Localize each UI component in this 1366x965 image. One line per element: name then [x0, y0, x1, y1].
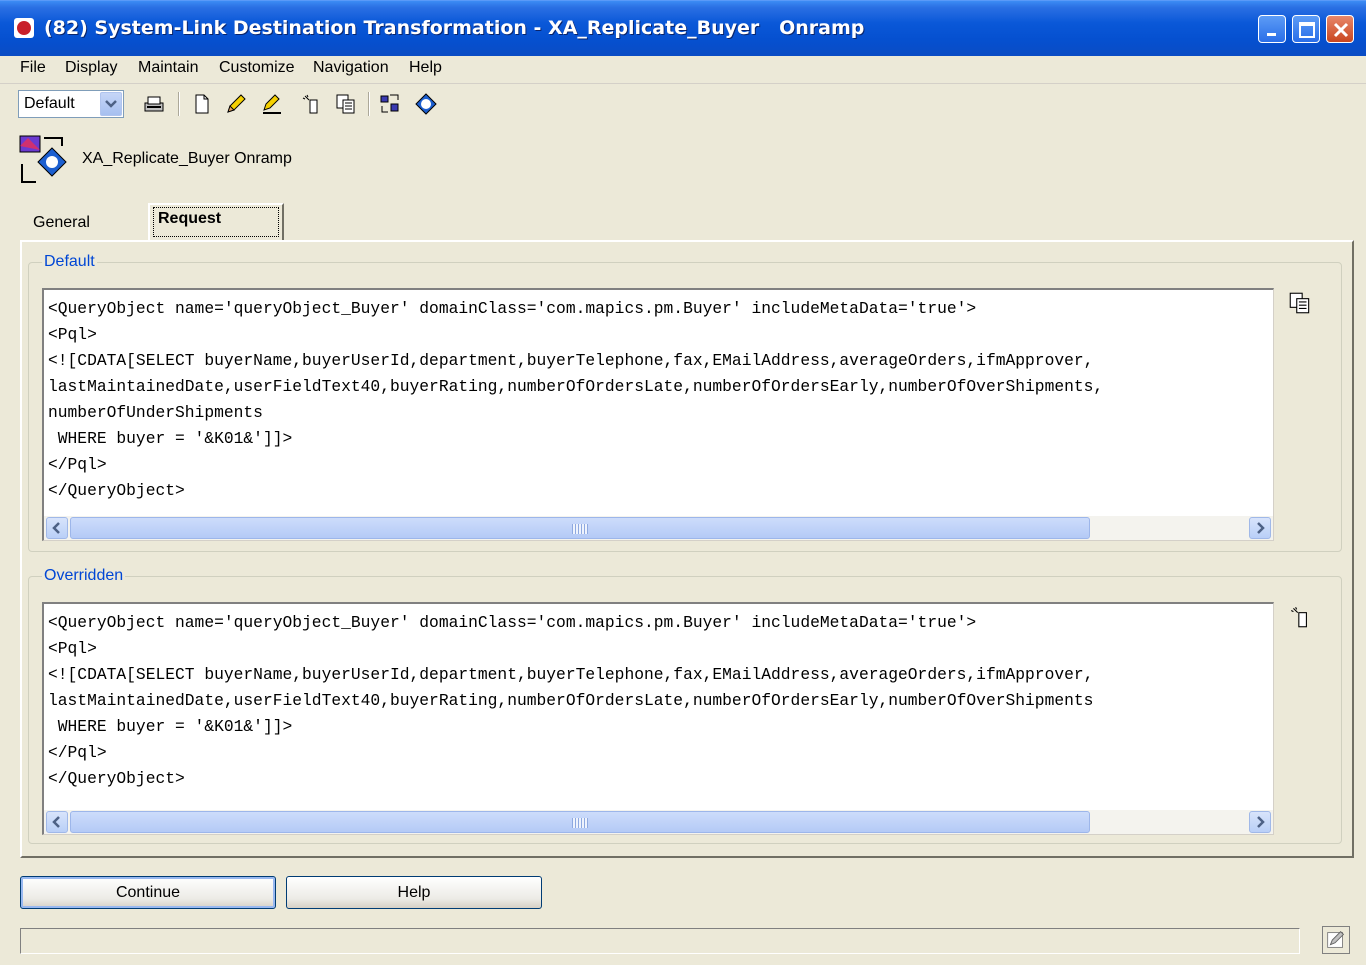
scroll-left-button[interactable]: [46, 811, 68, 833]
menu-help[interactable]: Help: [409, 59, 442, 77]
menu-navigation[interactable]: Navigation: [313, 59, 389, 77]
override-icon[interactable]: [1288, 604, 1314, 630]
close-icon: [1333, 22, 1349, 38]
menu-file[interactable]: File: [20, 59, 46, 77]
title-bar: (82) System-Link Destination Transformat…: [0, 0, 1366, 56]
chevron-down-icon[interactable]: [100, 92, 122, 116]
menu-bar: File Display Maintain Customize Navigati…: [0, 56, 1366, 84]
status-bar: [20, 928, 1300, 954]
rename-icon[interactable]: [260, 92, 284, 116]
minimize-icon: [1267, 33, 1276, 36]
menu-display[interactable]: Display: [65, 59, 117, 77]
toolbar-separator: [368, 92, 370, 116]
print-icon[interactable]: [142, 92, 166, 116]
scroll-right-button[interactable]: [1249, 811, 1271, 833]
copy-icon[interactable]: [1287, 290, 1313, 316]
copy-icon[interactable]: [334, 92, 358, 116]
tab-request[interactable]: Request: [148, 203, 284, 242]
app-icon[interactable]: [14, 18, 34, 38]
tab-general-label: General: [33, 214, 90, 231]
view-select-value: Default: [24, 95, 75, 112]
maximize-button[interactable]: [1292, 15, 1320, 43]
default-horizontal-scrollbar[interactable]: [44, 516, 1273, 540]
overridden-horizontal-scrollbar[interactable]: [44, 810, 1273, 834]
override-icon[interactable]: [300, 92, 324, 116]
transformation-name: XA_Replicate_Buyer Onramp: [82, 150, 292, 167]
scroll-thumb[interactable]: [70, 517, 1090, 539]
scroll-left-button[interactable]: [46, 517, 68, 539]
menu-maintain[interactable]: Maintain: [138, 59, 198, 77]
default-query-text: <QueryObject name='queryObject_Buyer' do…: [48, 299, 1104, 500]
default-text-area[interactable]: <QueryObject name='queryObject_Buyer' do…: [42, 288, 1274, 541]
close-button[interactable]: [1326, 15, 1354, 43]
transformation-icon: [19, 135, 67, 183]
toolbar-separator: [178, 92, 180, 116]
edit-icon[interactable]: [224, 92, 248, 116]
tab-general[interactable]: General: [20, 206, 148, 240]
default-group-legend: Default: [42, 253, 97, 271]
overridden-text-area[interactable]: <QueryObject name='queryObject_Buyer' do…: [42, 602, 1274, 835]
menu-customize[interactable]: Customize: [219, 59, 295, 77]
scroll-thumb[interactable]: [70, 811, 1090, 833]
continue-button[interactable]: Continue: [20, 876, 276, 909]
minimize-button[interactable]: [1258, 15, 1286, 43]
edit-status-icon[interactable]: [1322, 926, 1350, 954]
window-title: (82) System-Link Destination Transformat…: [44, 17, 865, 39]
xml-icon[interactable]: [414, 92, 438, 116]
tab-request-label: Request: [158, 210, 222, 227]
toolbar: Default: [0, 86, 1366, 122]
maximize-icon: [1299, 22, 1315, 38]
scroll-right-button[interactable]: [1249, 517, 1271, 539]
overridden-group-legend: Overridden: [42, 567, 126, 585]
help-button[interactable]: Help: [286, 876, 542, 909]
new-icon[interactable]: [190, 92, 214, 116]
overridden-query-text: <QueryObject name='queryObject_Buyer' do…: [48, 613, 1094, 788]
transform-icon[interactable]: [378, 92, 402, 116]
view-select[interactable]: Default: [18, 90, 124, 118]
